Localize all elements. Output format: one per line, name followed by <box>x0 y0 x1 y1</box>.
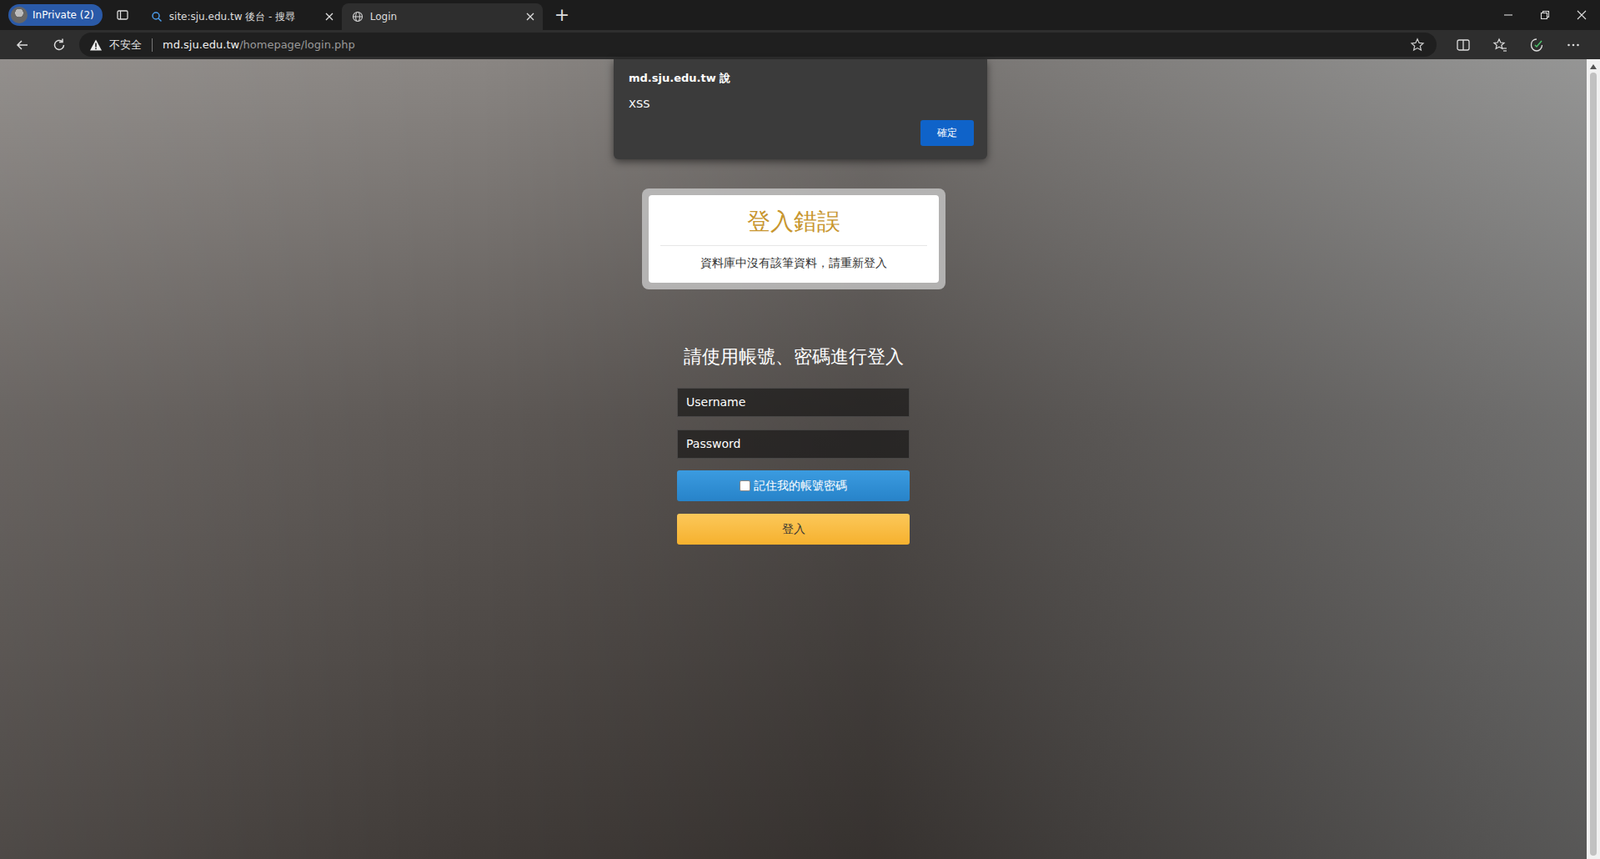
browser-tab[interactable]: Login <box>341 3 543 31</box>
back-icon[interactable] <box>15 37 31 53</box>
address-bar[interactable]: 不安全 md.sju.edu.tw/homepage/login.php <box>79 32 1437 57</box>
error-card: 登入錯誤資料庫中沒有該筆資料，請重新登入 <box>642 188 946 290</box>
alert-title: md.sju.edu.tw 說 <box>628 70 974 86</box>
star-icon[interactable] <box>1409 37 1425 53</box>
alert-ok-button[interactable]: 確定 <box>920 120 974 146</box>
warning-icon <box>89 38 103 52</box>
remember-button[interactable]: 記住我的帳號密碼 <box>677 470 910 502</box>
remember-checkbox[interactable] <box>739 480 751 492</box>
username-input[interactable]: Username <box>677 387 910 417</box>
security-label[interactable]: 不安全 <box>109 37 142 53</box>
login-heading: 請使用帳號、密碼進行登入 <box>660 344 927 370</box>
url-text[interactable]: md.sju.edu.tw/homepage/login.php <box>162 38 356 51</box>
close-tab-icon[interactable] <box>526 12 535 21</box>
globe-icon <box>351 10 364 23</box>
close-window-icon[interactable] <box>1576 10 1587 21</box>
tab-bar: InPrivate (2) site:sju.edu.tw 後台 - 搜尋Logi… <box>0 0 1600 31</box>
browser-essentials-icon[interactable] <box>1529 37 1545 53</box>
login-button[interactable]: 登入 <box>677 513 910 545</box>
restore-icon[interactable] <box>1539 10 1550 21</box>
password-input[interactable]: Password <box>677 429 910 459</box>
refresh-icon[interactable] <box>51 37 67 53</box>
toolbar: 不安全 md.sju.edu.tw/homepage/login.php <box>0 30 1600 60</box>
tab-actions-icon[interactable] <box>115 8 130 22</box>
page-viewport: 登入錯誤資料庫中沒有該筆資料，請重新登入請使用帳號、密碼進行登入 Username… <box>0 59 1600 859</box>
alert-dialog: md.sju.edu.tw 說 XSS 確定 <box>613 59 988 160</box>
avatar-icon <box>10 6 28 24</box>
error-message: 資料庫中沒有該筆資料，請重新登入 <box>700 255 888 271</box>
login-form: 請使用帳號、密碼進行登入UsernamePassword記住我的帳號密碼登入 <box>677 344 910 545</box>
error-title: 登入錯誤 <box>747 206 841 237</box>
inprivate-badge[interactable]: InPrivate (2) <box>8 4 103 26</box>
browser-tab[interactable]: site:sju.edu.tw 後台 - 搜尋 <box>140 3 342 31</box>
new-tab-button[interactable]: + <box>554 5 570 25</box>
background-photo: 登入錯誤資料庫中沒有該筆資料，請重新登入請使用帳號、密碼進行登入 Username… <box>0 59 1587 859</box>
search-icon <box>150 10 163 23</box>
alert-message: XSS <box>628 97 974 111</box>
close-tab-icon[interactable] <box>325 12 334 21</box>
favorites-icon[interactable] <box>1492 37 1508 53</box>
browser-window: InPrivate (2) site:sju.edu.tw 後台 - 搜尋Logi… <box>0 0 1600 859</box>
scroll-up-icon[interactable] <box>1589 64 1597 70</box>
minimize-icon[interactable] <box>1503 10 1514 21</box>
split-screen-icon[interactable] <box>1455 37 1471 53</box>
scroll-thumb[interactable] <box>1589 72 1597 856</box>
scrollbar[interactable] <box>1586 59 1600 859</box>
more-icon[interactable] <box>1565 37 1581 53</box>
